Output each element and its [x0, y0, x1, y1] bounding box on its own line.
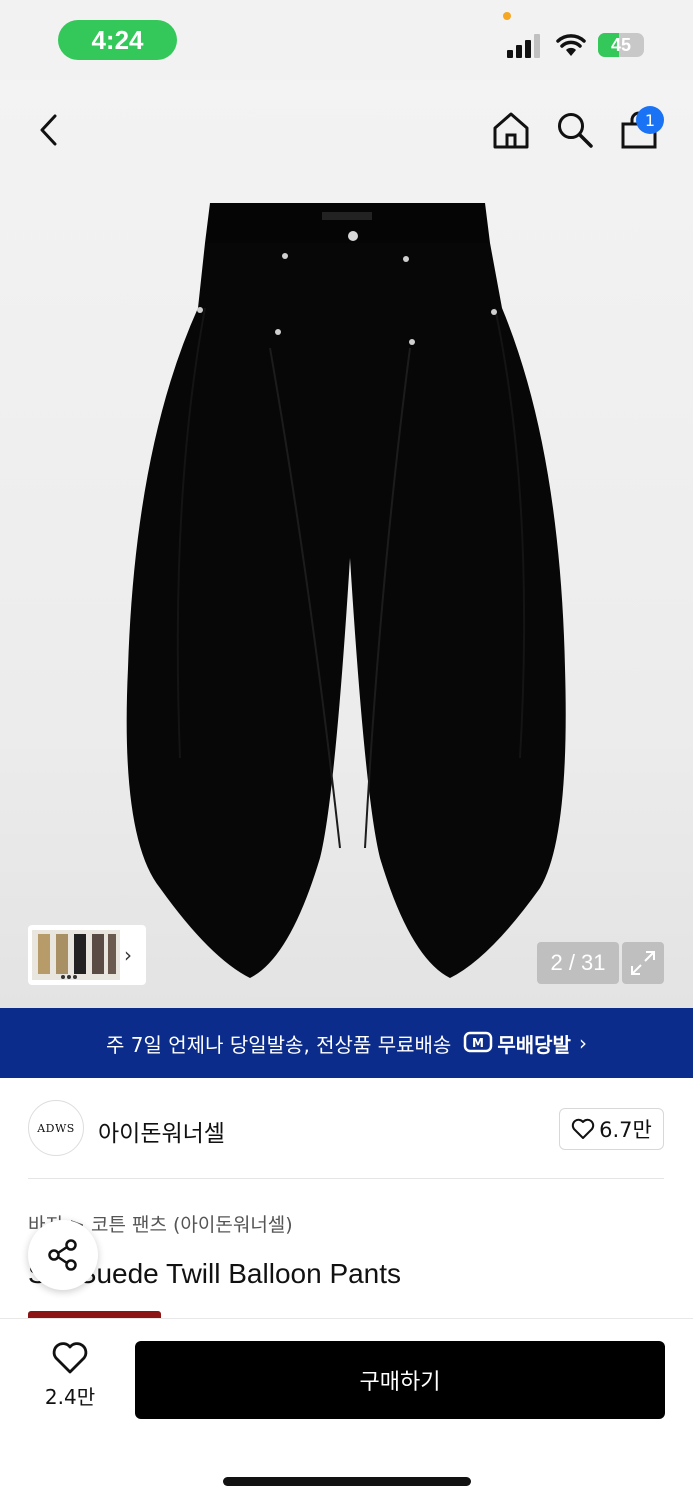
banner-logo-text: 무배당발 — [497, 1032, 571, 1057]
signal-icon — [507, 34, 540, 58]
chevron-right-icon: › — [578, 1031, 587, 1055]
product-image[interactable] — [110, 198, 590, 988]
back-icon — [40, 114, 57, 146]
status-bar: 4:24 45 — [0, 0, 693, 80]
wifi-icon — [556, 34, 586, 56]
divider — [28, 1178, 664, 1179]
banner-text: 주 7일 언제나 당일발송, 전상품 무료배송 — [106, 1032, 452, 1057]
product-gallery[interactable]: 1 › 2 / 31 — [0, 80, 693, 1008]
search-icon — [558, 113, 593, 148]
heart-icon — [571, 1118, 595, 1139]
chevron-right-icon: › — [124, 943, 132, 967]
brand-logo[interactable]: ADWS — [28, 1100, 84, 1156]
breadcrumb-item-subcategory[interactable]: 코튼 팬츠 (아이돈워너셀) — [91, 1214, 293, 1236]
brand-row: ADWS 아이돈워너셀 6.7만 — [0, 1078, 693, 1178]
mic-indicator-dot — [503, 12, 511, 20]
battery-icon: 45 — [598, 33, 644, 57]
share-button[interactable] — [28, 1220, 98, 1290]
search-button[interactable] — [550, 105, 600, 155]
home-icon — [493, 112, 529, 149]
cart-badge: 1 — [636, 106, 664, 134]
brand-name[interactable]: 아이돈워너셀 — [98, 1114, 225, 1148]
status-time: 4:24 — [58, 20, 177, 60]
expand-icon — [631, 951, 655, 975]
home-button[interactable] — [486, 105, 536, 155]
thumbnail-strip[interactable]: › — [28, 925, 146, 985]
banner-logo: M 무배당발 — [463, 1029, 571, 1058]
brand-like-count: 6.7만 — [599, 1118, 652, 1142]
battery-percent: 45 — [610, 34, 632, 55]
bottom-action-bar: 2.4만 구매하기 — [0, 1318, 693, 1500]
wishlist-button[interactable]: 2.4만 — [30, 1341, 110, 1421]
home-indicator — [223, 1477, 471, 1486]
buy-button[interactable]: 구매하기 — [135, 1341, 665, 1419]
wishlist-count: 2.4만 — [44, 1385, 96, 1409]
brand-like-button[interactable]: 6.7만 — [559, 1108, 664, 1150]
delivery-banner[interactable]: 주 7일 언제나 당일발송, 전상품 무료배송 M 무배당발 › — [0, 1008, 693, 1078]
expand-button[interactable] — [622, 942, 664, 984]
thumbnail-image — [32, 930, 120, 980]
heart-icon — [52, 1342, 88, 1374]
back-button[interactable] — [25, 105, 75, 155]
svg-text:M: M — [472, 1036, 484, 1050]
image-counter: 2 / 31 — [537, 942, 619, 984]
share-icon — [48, 1239, 77, 1271]
delivery-truck-icon: M — [464, 1031, 493, 1053]
